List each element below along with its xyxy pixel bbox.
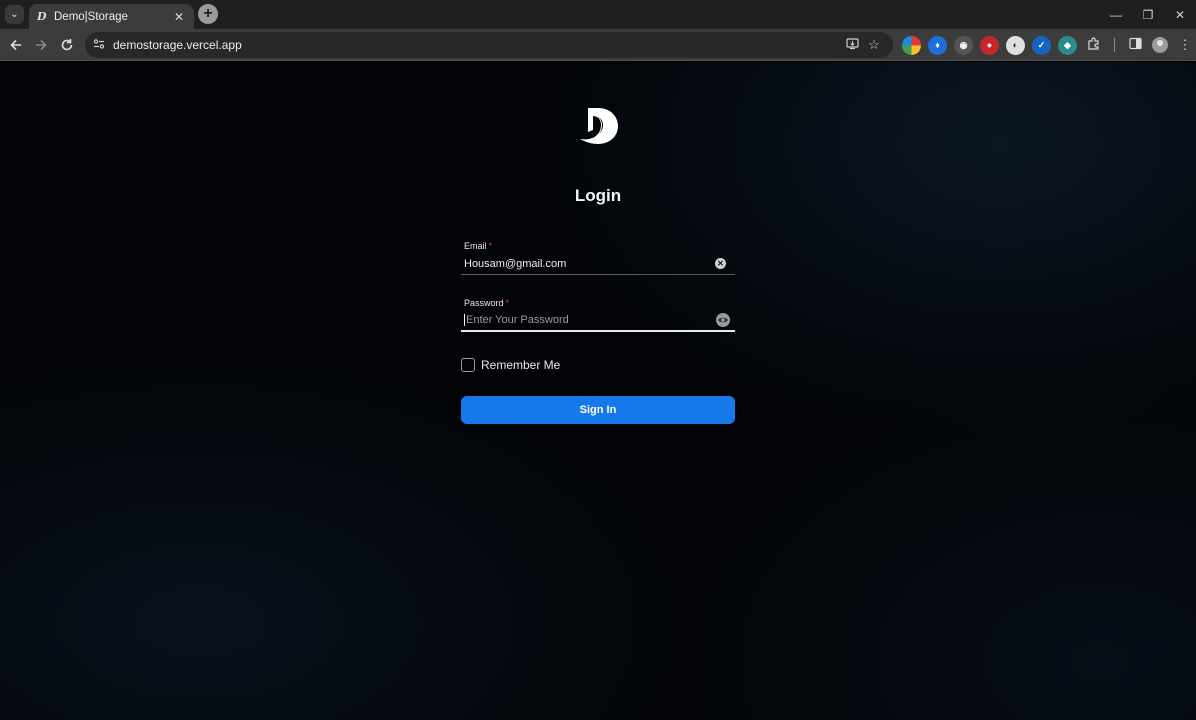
menu-icon[interactable]: ⋮ (1175, 37, 1195, 53)
minimize-button[interactable]: — (1100, 0, 1132, 29)
forward-icon[interactable] (30, 34, 52, 56)
extensions-icon[interactable] (1084, 36, 1104, 54)
sign-in-button[interactable]: Sign In (461, 396, 735, 424)
eye-icon[interactable] (715, 312, 731, 328)
browser-toolbar: demostorage.vercel.app ☆ ♦ ◉ ● ◐ ✓ ◆ ⋮ (0, 29, 1196, 61)
install-app-icon[interactable] (841, 37, 863, 53)
text-caret (464, 314, 465, 326)
side-panel-icon[interactable] (1125, 37, 1145, 53)
address-bar[interactable]: demostorage.vercel.app ☆ (85, 32, 893, 58)
tab-search-icon[interactable]: ⌄ (5, 5, 24, 24)
remember-me[interactable]: Remember Me (461, 357, 560, 373)
new-tab-button[interactable]: + (198, 4, 218, 24)
reload-icon[interactable] (56, 34, 78, 56)
bookmark-star-icon[interactable]: ☆ (863, 37, 885, 53)
site-info-icon[interactable] (93, 38, 111, 53)
toolbar-separator (1114, 38, 1115, 52)
password-input-row (461, 310, 735, 332)
url-text[interactable]: demostorage.vercel.app (113, 38, 841, 52)
password-input[interactable] (466, 311, 715, 329)
clear-icon[interactable]: ✕ (715, 258, 726, 269)
page-title: Login (574, 186, 622, 205)
red-extension-icon[interactable]: ● (980, 35, 999, 55)
remember-me-checkbox[interactable] (461, 358, 475, 372)
profile-icon[interactable] (1152, 37, 1168, 53)
window-controls: — ❐ ✕ (1100, 0, 1196, 29)
demostorage-logo-icon (580, 108, 618, 144)
extensions-row: ♦ ◉ ● ◐ ✓ ◆ ⋮ (902, 34, 1195, 56)
remember-me-label[interactable]: Remember Me (481, 358, 560, 372)
tab-strip: ⌄ D Demo|Storage ✕ + — ❐ ✕ (0, 0, 1196, 29)
teal-extension-icon[interactable]: ◆ (1058, 35, 1077, 55)
restore-button[interactable]: ❐ (1132, 0, 1164, 29)
email-field: Email* ✕ (461, 241, 735, 275)
email-input[interactable] (464, 254, 715, 273)
camera-extension-icon[interactable]: ◉ (954, 35, 973, 55)
check-extension-icon[interactable]: ✓ (1032, 35, 1051, 55)
color-picker-extension-icon[interactable] (902, 35, 921, 55)
password-label: Password * (464, 298, 510, 308)
drop-extension-icon[interactable]: ♦ (928, 35, 947, 55)
tab-close-icon[interactable]: ✕ (172, 10, 186, 24)
email-input-row: ✕ (461, 253, 735, 275)
tab-demostorage[interactable]: D Demo|Storage ✕ (29, 4, 194, 29)
back-icon[interactable] (5, 34, 27, 56)
password-field: Password * (461, 298, 735, 332)
login-page: Login Email* ✕ Password* Remember Me Sig… (0, 62, 1196, 720)
email-label: Email * (464, 241, 493, 251)
tab-favicon: D (37, 10, 47, 23)
close-window-button[interactable]: ✕ (1164, 0, 1196, 29)
globe-extension-icon[interactable]: ◐ (1006, 35, 1025, 55)
tab-title: Demo|Storage (54, 10, 128, 23)
